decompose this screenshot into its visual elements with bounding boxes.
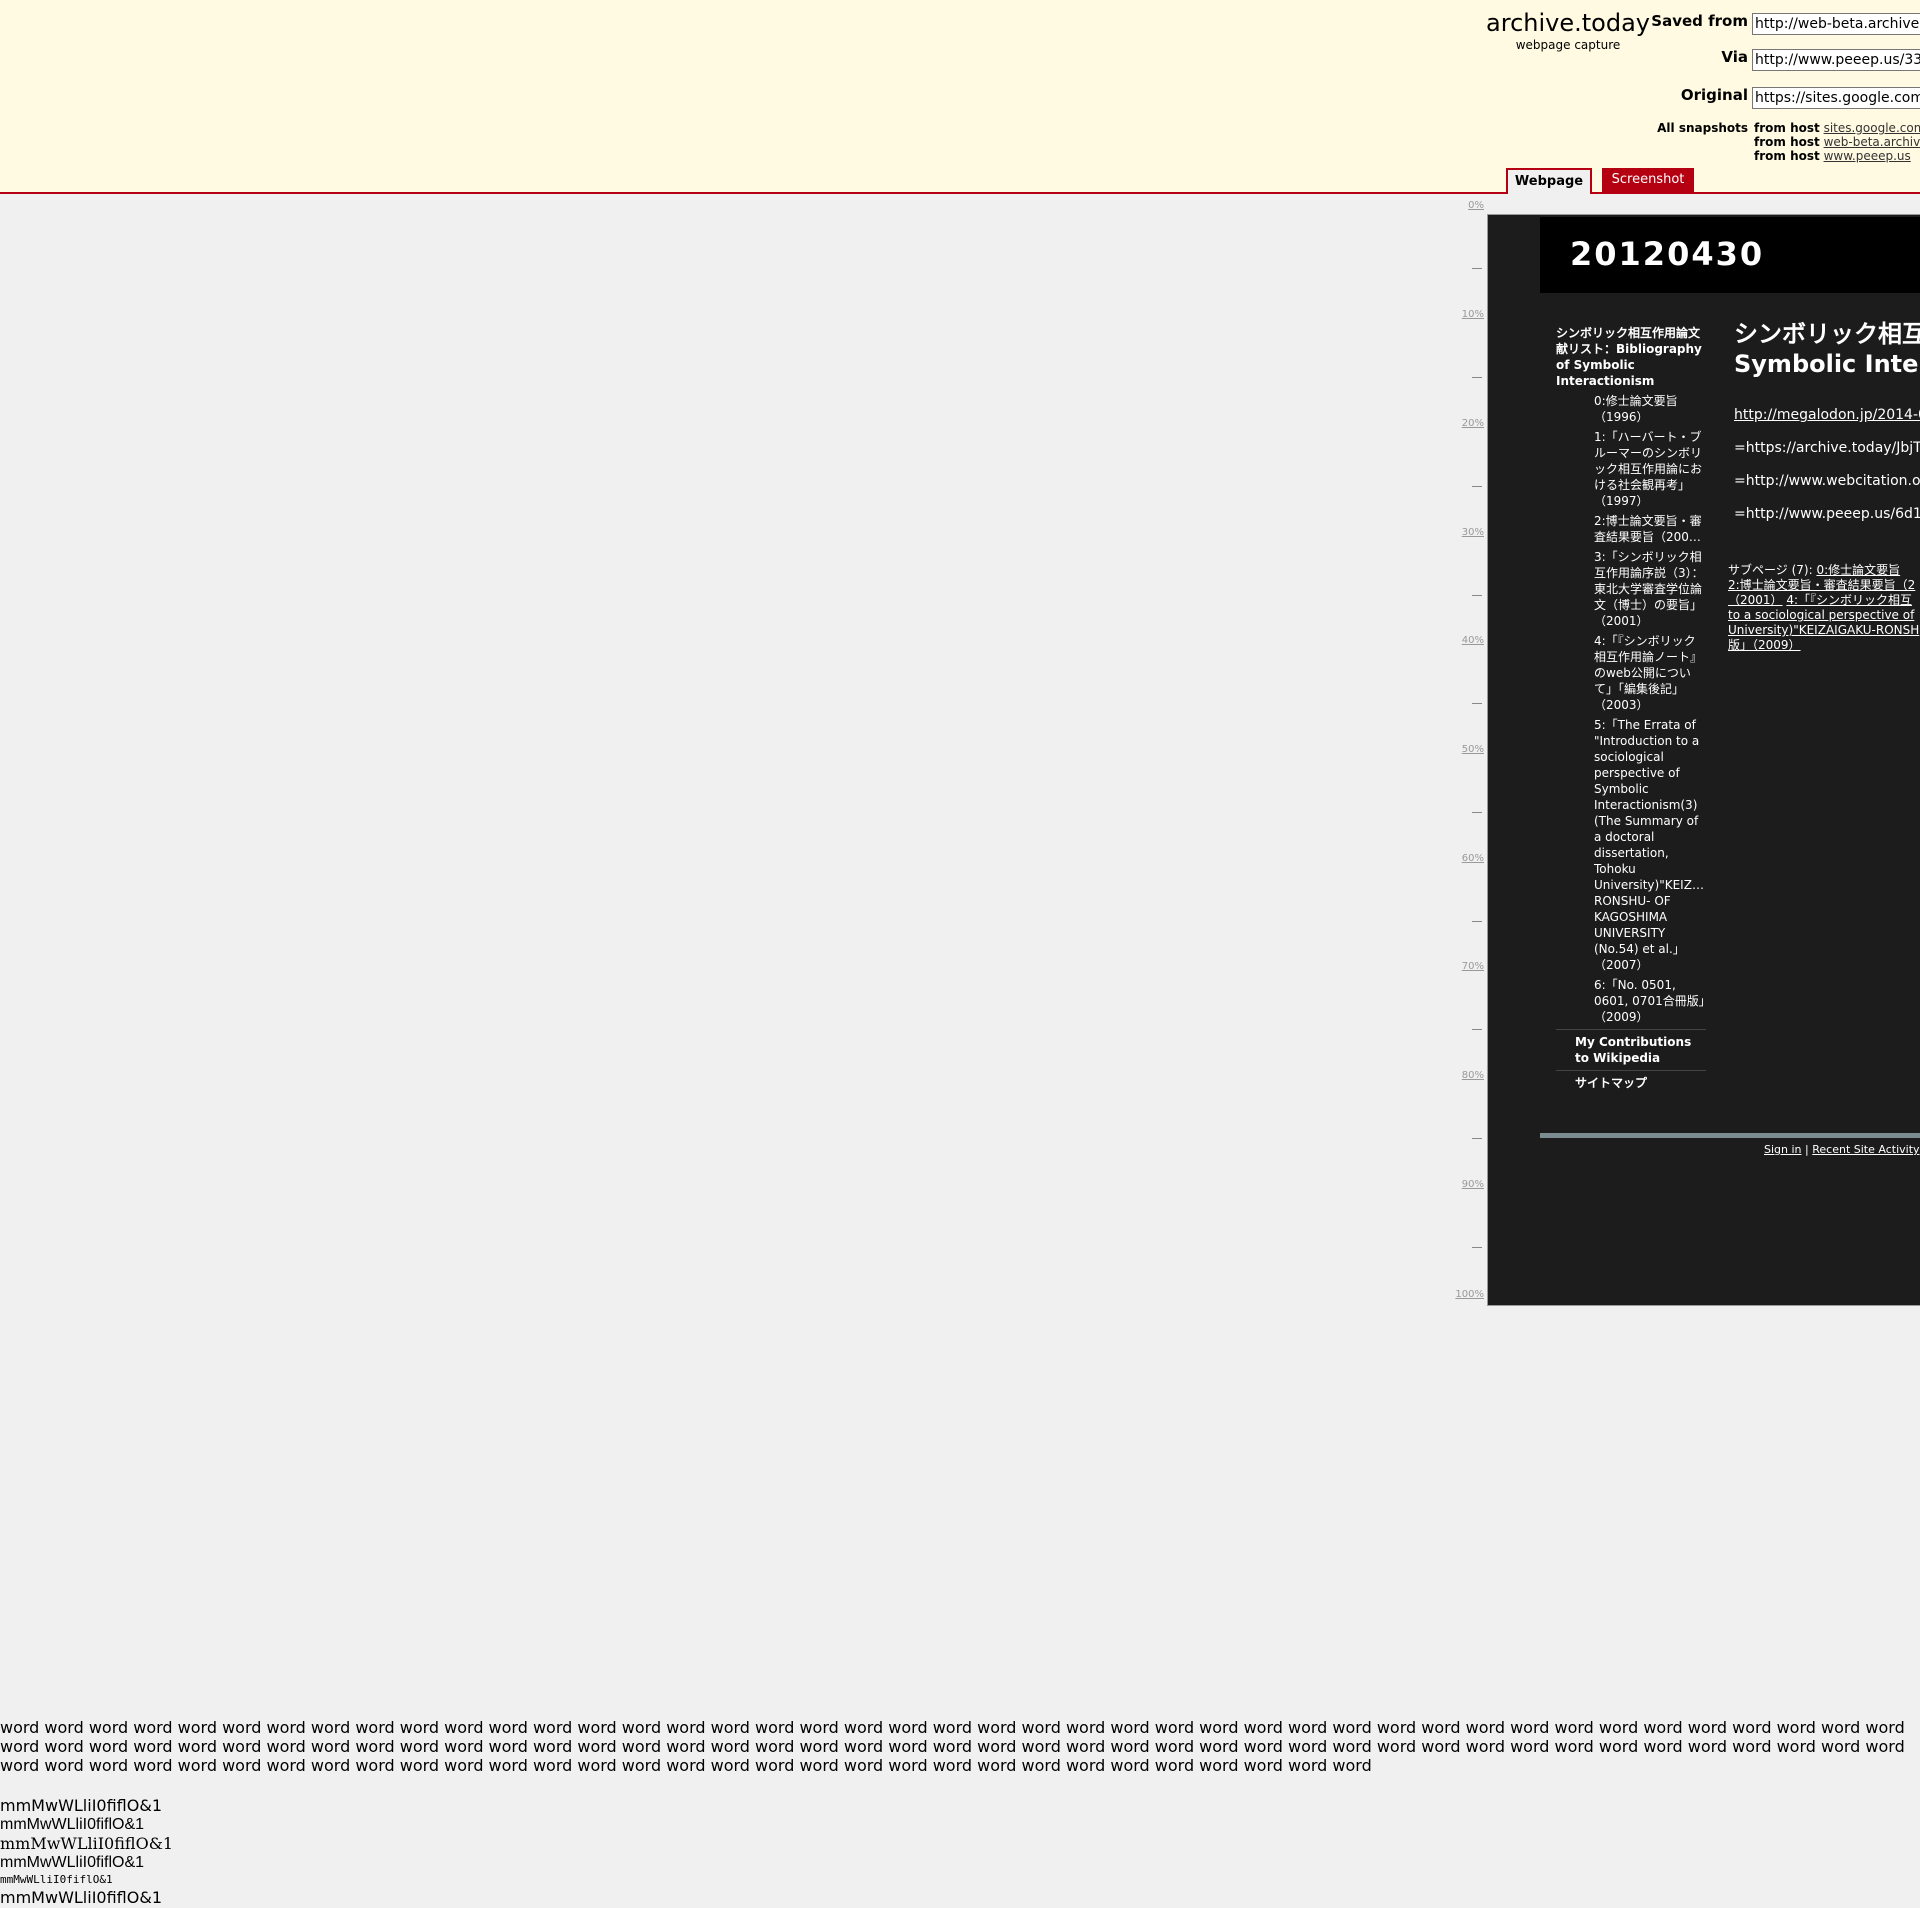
content-text: =http://www.peeep.us/6d1 <box>1734 506 1920 522</box>
all-snapshots-label: All snapshots <box>1657 121 1748 135</box>
nav-divider <box>1556 1070 1706 1071</box>
from-host-label: from host <box>1754 149 1820 163</box>
page-heading: シンボリック相互 Symbolic Inte <box>1734 319 1920 379</box>
captured-page-frame: 20120430 シンボリック相互作用論文献リスト：Bibliography o… <box>1487 214 1920 1306</box>
saved-from-field[interactable]: http://web-beta.archive.org/ <box>1752 13 1920 35</box>
subpage-link[interactable]: 2:博士論文要旨・審査結果要旨（2 <box>1728 578 1920 593</box>
nav-subitem[interactable]: 6:「No. 0501, 0601, 0701合冊版」（2009） <box>1556 977 1706 1025</box>
snapshot-host-row: from host web-beta.archive <box>1754 135 1920 149</box>
ruler-dash <box>1472 921 1482 922</box>
ruler-dash <box>1472 1138 1482 1139</box>
font-sample: mmMwWLliI0fiflO&1 <box>0 1888 162 1907</box>
nav-subitem[interactable]: 0:修士論文要旨（1996） <box>1556 393 1706 425</box>
ruler-mark-80[interactable]: 80% <box>1440 1070 1484 1081</box>
footer-separator: | <box>1805 1143 1809 1156</box>
nav-item-wikipedia[interactable]: My Contributions to Wikipedia <box>1556 1034 1706 1066</box>
snapshot-host-row: from host sites.google.com <box>1754 121 1920 135</box>
archive-header: archive.today webpage capture Saved from… <box>0 0 1920 194</box>
content-link[interactable]: http://megalodon.jp/2014-0 <box>1734 405 1920 426</box>
via-label: Via <box>1721 48 1748 66</box>
snapshot-host-link[interactable]: web-beta.archive <box>1824 135 1920 149</box>
subpage-link[interactable]: University)"KEIZAIGAKU-RONSH <box>1728 623 1920 638</box>
page-heading-line: シンボリック相互 <box>1734 320 1920 348</box>
content-text: =https://archive.today/JbjT <box>1734 440 1920 456</box>
subpages-label: サブページ (7): <box>1728 563 1813 577</box>
subpage-link[interactable]: to a sociological perspective of <box>1728 608 1920 623</box>
nav-item-bibliography[interactable]: シンボリック相互作用論文献リスト：Bibliography of Symboli… <box>1556 325 1706 389</box>
font-sample: mmMwWLliI0fiflO&1 <box>0 1816 145 1833</box>
nav-subitem[interactable]: 5:「The Errata of "Introduction to a soci… <box>1556 717 1706 973</box>
subpage-link[interactable]: （2001） <box>1728 593 1783 607</box>
nav-subitem[interactable]: 3:「シンボリック相互作用論序説（3）：東北大学審査学位論文（博士）の要旨」（2… <box>1556 549 1706 629</box>
ruler-mark-60[interactable]: 60% <box>1440 853 1484 864</box>
content-text: =http://www.webcitation.or <box>1734 473 1920 489</box>
nav-subitem[interactable]: 4:「『シンボリック相互作用論ノート』のweb公開について」「編集後記」（200… <box>1556 633 1706 713</box>
tab-webpage[interactable]: Webpage <box>1506 168 1592 194</box>
site-footer-bar <box>1540 1133 1920 1138</box>
site-header: 20120430 <box>1540 217 1920 293</box>
sign-in-link[interactable]: Sign in <box>1764 1143 1802 1156</box>
saved-from-label: Saved from <box>1651 12 1748 30</box>
page-heading-line: Symbolic Inte <box>1734 350 1919 378</box>
tab-screenshot[interactable]: Screenshot <box>1602 168 1694 192</box>
ruler-mark-40[interactable]: 40% <box>1440 635 1484 646</box>
from-host-label: from host <box>1754 121 1820 135</box>
ruler-dash <box>1472 1029 1482 1030</box>
font-sample: mmMwWLliI0fiflO&1 <box>0 1834 174 1853</box>
font-sample: mmMwWLliI0fiflO&1 <box>0 1873 113 1886</box>
ruler-dash <box>1472 595 1482 596</box>
ruler-dash <box>1472 377 1482 378</box>
ruler-dash <box>1472 486 1482 487</box>
font-sample: mmMwWLliI0fiflO&1 <box>0 1796 162 1815</box>
ruler-dash <box>1472 812 1482 813</box>
ruler-dash <box>1472 268 1482 269</box>
site-footer: Sign in | Recent Site Activity <box>1764 1143 1920 1156</box>
site-sidebar-nav: シンボリック相互作用論文献リスト：Bibliography of Symboli… <box>1556 325 1706 1091</box>
snapshot-host-link[interactable]: www.peeep.us <box>1824 149 1911 163</box>
subpage-link[interactable]: 0:修士論文要旨 <box>1816 563 1900 577</box>
nav-subitem[interactable]: 1:「ハーバート・ブルーマーのシンボリック相互作用論における社会観再考」（199… <box>1556 429 1706 509</box>
subpages-line: （2001） 4:「『シンボリック相互 <box>1728 593 1920 608</box>
original-field[interactable]: https://sites.google.com/ <box>1752 87 1920 109</box>
subpages-line: サブページ (7): 0:修士論文要旨 <box>1728 563 1920 578</box>
ruler-mark-50[interactable]: 50% <box>1440 744 1484 755</box>
snapshot-host-link[interactable]: sites.google.com <box>1824 121 1920 135</box>
site-title[interactable]: 20120430 <box>1570 235 1764 273</box>
via-field[interactable]: http://www.peeep.us/338 <box>1752 49 1920 71</box>
ruler-mark-0[interactable]: 0% <box>1440 200 1484 211</box>
subpage-link[interactable]: 版」（2009） <box>1728 638 1920 653</box>
ruler-mark-30[interactable]: 30% <box>1440 527 1484 538</box>
ruler-mark-20[interactable]: 20% <box>1440 418 1484 429</box>
font-sample: mmMwWLliI0fiflO&1 <box>0 1854 145 1871</box>
scroll-percent-ruler: 0% 10% 20% 30% 40% 50% 60% 70% 80% 90% 1… <box>1440 200 1484 1310</box>
subpages-list: サブページ (7): 0:修士論文要旨 2:博士論文要旨・審査結果要旨（2 （2… <box>1728 563 1920 653</box>
ruler-mark-70[interactable]: 70% <box>1440 961 1484 972</box>
subpage-link[interactable]: 4:「『シンボリック相互 <box>1786 593 1912 607</box>
page-content: シンボリック相互 Symbolic Inte http://megalodon.… <box>1734 319 1920 525</box>
ruler-mark-100[interactable]: 100% <box>1440 1289 1484 1300</box>
ruler-mark-10[interactable]: 10% <box>1440 309 1484 320</box>
snapshot-host-list: from host sites.google.com from host web… <box>1754 121 1920 163</box>
nav-subitem[interactable]: 2:博士論文要旨・審査結果要旨（200… <box>1556 513 1706 545</box>
original-label: Original <box>1680 86 1748 104</box>
word-filler-text: word word word word word word word word … <box>0 1718 1905 1775</box>
ruler-mark-90[interactable]: 90% <box>1440 1179 1484 1190</box>
ruler-dash <box>1472 703 1482 704</box>
ruler-dash <box>1472 1247 1482 1248</box>
from-host-label: from host <box>1754 135 1820 149</box>
recent-activity-link[interactable]: Recent Site Activity <box>1812 1143 1919 1156</box>
nav-item-sitemap[interactable]: サイトマップ <box>1556 1075 1706 1091</box>
snapshot-host-row: from host www.peeep.us <box>1754 149 1920 163</box>
nav-divider <box>1556 1029 1706 1030</box>
